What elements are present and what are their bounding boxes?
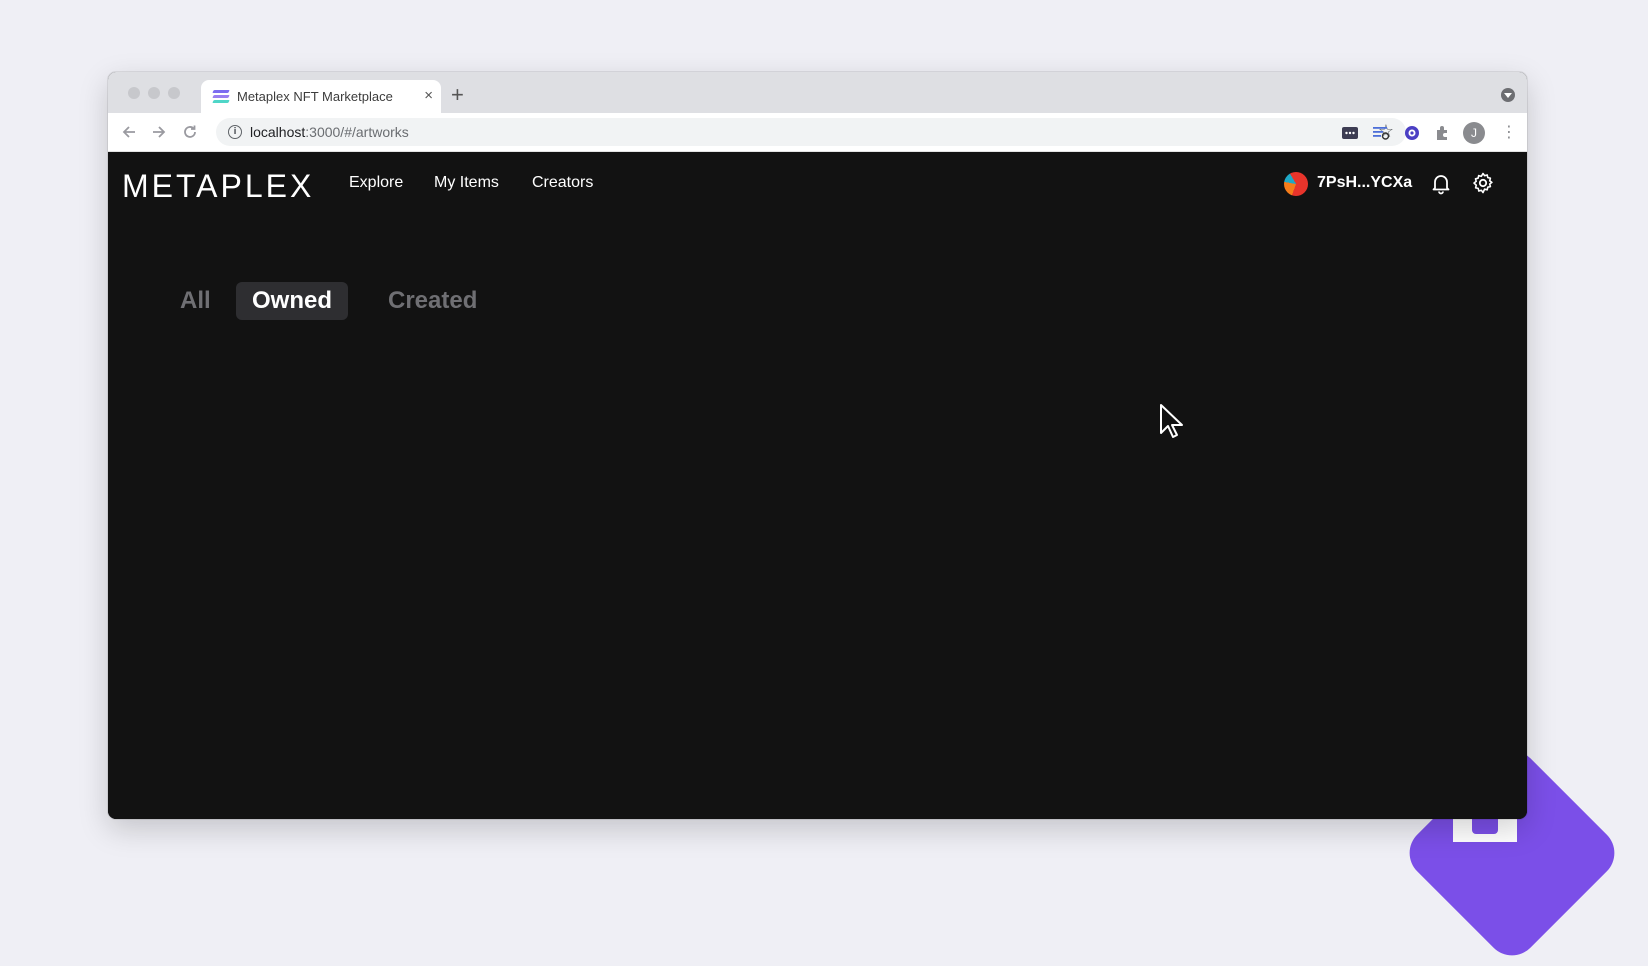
wallet-address[interactable]: 7PsH...YCXa: [1317, 174, 1412, 192]
window-minimize-button[interactable]: [148, 87, 160, 99]
wallet-extension-icon[interactable]: [1403, 125, 1421, 141]
tab-owned[interactable]: Owned: [236, 282, 349, 320]
new-tab-button[interactable]: +: [451, 84, 464, 106]
kebab-menu-icon[interactable]: ⋮: [1501, 122, 1517, 142]
tab-strip: Metaplex NFT Marketplace × +: [108, 72, 1527, 113]
address-bar[interactable]: i localhost:3000/#/artworks ☆: [216, 118, 1406, 146]
reload-icon[interactable]: [181, 123, 199, 141]
tab-search-icon[interactable]: [1501, 88, 1515, 102]
notification-bell-icon[interactable]: [1429, 171, 1453, 195]
solana-favicon-icon: [212, 90, 230, 104]
nav-explore[interactable]: Explore: [349, 174, 403, 192]
mouse-cursor-icon: [1160, 404, 1183, 438]
decorative-diamond-notch-cut: [1472, 818, 1498, 834]
tab-title: Metaplex NFT Marketplace: [237, 89, 393, 104]
window-zoom-button[interactable]: [168, 87, 180, 99]
window-close-button[interactable]: [128, 87, 140, 99]
tab-created[interactable]: Created: [372, 282, 493, 320]
password-manager-extension-icon[interactable]: [1341, 125, 1359, 141]
url-host: localhost: [250, 124, 306, 140]
url-path: :3000/#/artworks: [305, 124, 409, 140]
site-info-icon[interactable]: i: [228, 125, 242, 139]
forward-arrow-icon[interactable]: [150, 123, 168, 141]
nav-creators[interactable]: Creators: [532, 174, 593, 192]
tab-close-icon[interactable]: ×: [424, 87, 433, 105]
tab-all[interactable]: All: [164, 282, 227, 320]
nav-my-items[interactable]: My Items: [434, 174, 499, 192]
profile-avatar[interactable]: J: [1463, 122, 1485, 144]
list-extension-icon[interactable]: [1372, 125, 1390, 141]
metaplex-logo[interactable]: METAPLEX: [122, 168, 314, 205]
browser-toolbar: i localhost:3000/#/artworks ☆ J ⋮: [108, 113, 1527, 152]
browser-tab[interactable]: Metaplex NFT Marketplace ×: [201, 80, 441, 113]
browser-window: Metaplex NFT Marketplace × + i localhost…: [108, 72, 1527, 819]
wallet-avatar-icon[interactable]: [1284, 172, 1308, 196]
app-content: METAPLEX Explore My Items Creators 7PsH.…: [108, 152, 1527, 819]
back-arrow-icon[interactable]: [120, 123, 138, 141]
url-text: localhost:3000/#/artworks: [250, 124, 409, 140]
settings-gear-icon[interactable]: [1471, 171, 1495, 195]
extension-icon[interactable]: [1434, 125, 1452, 141]
